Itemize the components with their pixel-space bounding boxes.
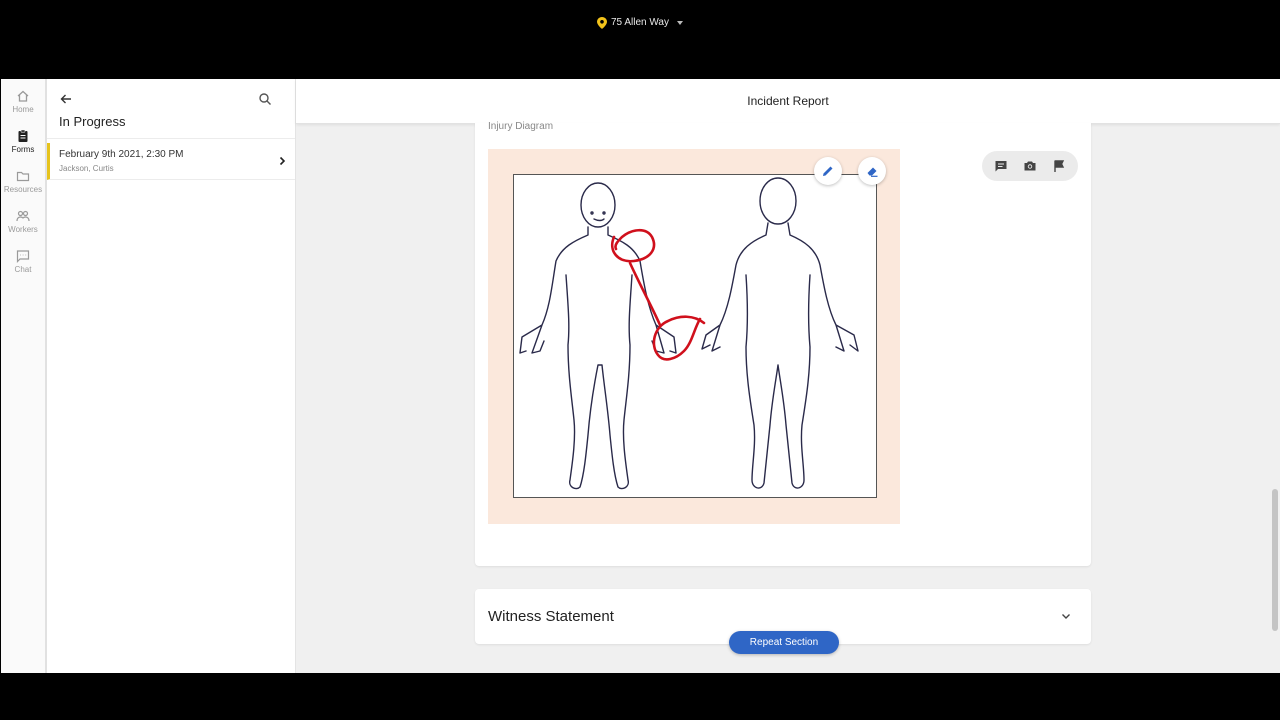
repeat-section-button[interactable]: Repeat Section	[729, 631, 839, 654]
list-item[interactable]: February 9th 2021, 2:30 PM Jackson, Curt…	[47, 143, 295, 180]
flag-icon[interactable]	[1052, 159, 1066, 173]
top-bar: 75 Allen Way	[0, 0, 1280, 79]
page-header: Incident Report	[296, 79, 1280, 124]
home-icon	[17, 90, 29, 102]
list-item-date: February 9th 2021, 2:30 PM	[59, 149, 184, 160]
list-title: In Progress	[59, 114, 126, 129]
app-window: Home Forms Resources Workers Chat In Pro…	[1, 79, 1280, 673]
divider	[47, 138, 295, 139]
nav-rail: Home Forms Resources Workers Chat	[1, 79, 47, 673]
field-actions	[982, 151, 1078, 181]
comment-icon[interactable]	[994, 159, 1008, 173]
search-icon[interactable]	[258, 92, 272, 106]
location-label: 75 Allen Way	[611, 17, 669, 28]
people-icon	[16, 210, 30, 222]
pencil-tool-button[interactable]	[814, 157, 842, 185]
map-pin-icon	[597, 16, 607, 29]
body-diagram[interactable]	[513, 174, 877, 498]
body-outline-drawing	[519, 177, 859, 490]
chevron-down-icon[interactable]	[1060, 610, 1072, 622]
nav-item-home[interactable]: Home	[1, 89, 45, 114]
section-title: Witness Statement	[488, 608, 614, 625]
eraser-tool-button[interactable]	[858, 157, 886, 185]
front-body-figure	[519, 182, 677, 490]
nav-item-forms[interactable]: Forms	[1, 129, 45, 154]
injury-diagram-label: Injury Diagram	[488, 121, 554, 132]
chat-icon	[16, 250, 30, 263]
caret-down-icon	[677, 20, 683, 25]
nav-label-chat: Chat	[14, 265, 32, 274]
nav-item-workers[interactable]: Workers	[1, 209, 45, 234]
forms-list-panel: In Progress February 9th 2021, 2:30 PM J…	[47, 79, 296, 673]
folder-icon	[16, 171, 30, 182]
nav-label-forms: Forms	[11, 145, 35, 154]
injury-diagram-card: Injury Diagram	[475, 121, 1091, 566]
nav-item-resources[interactable]: Resources	[1, 169, 45, 194]
page-title: Incident Report	[747, 94, 829, 108]
back-arrow-icon[interactable]	[59, 92, 73, 106]
main-content: Incident Report Injury Diagram Witness S…	[296, 79, 1280, 673]
list-item-name: Jackson, Curtis	[59, 164, 114, 173]
eraser-icon	[867, 167, 878, 177]
injury-annotations	[611, 228, 706, 361]
clipboard-icon	[18, 129, 28, 142]
nav-label-workers: Workers	[8, 225, 38, 234]
pencil-icon	[823, 166, 833, 176]
location-selector[interactable]: 75 Allen Way	[597, 16, 683, 29]
nav-label-resources: Resources	[3, 185, 43, 194]
back-body-figure	[701, 177, 859, 489]
bottom-letterbox	[0, 673, 1280, 720]
injury-diagram-canvas[interactable]	[488, 149, 900, 524]
chevron-right-icon	[279, 156, 286, 166]
nav-item-chat[interactable]: Chat	[1, 249, 45, 274]
nav-label-home: Home	[12, 105, 34, 114]
scrollbar[interactable]	[1272, 489, 1278, 631]
camera-icon[interactable]	[1023, 159, 1037, 173]
